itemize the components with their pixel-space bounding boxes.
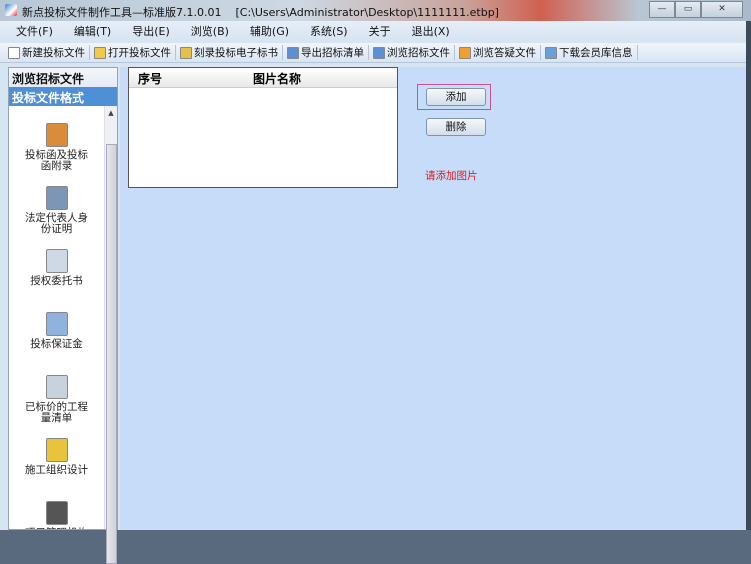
id-card-icon <box>45 186 68 210</box>
menu-item[interactable]: 系统(S) <box>306 23 352 39</box>
toolbar-label: 浏览答疑文件 <box>473 47 536 59</box>
toolbar-label: 新建投标文件 <box>22 47 85 59</box>
menu-item[interactable]: 关于 <box>365 23 395 39</box>
col-image-name[interactable]: 图片名称 <box>253 70 301 87</box>
image-table[interactable]: 序号 图片名称 <box>128 67 398 188</box>
toolbar-label: 下载会员库信息 <box>559 47 633 59</box>
scroll-up-icon[interactable]: ▲ <box>105 109 117 117</box>
menu-item[interactable]: 浏览(B) <box>187 23 233 39</box>
format-item-label: 已标价的工程量清单 <box>25 401 88 424</box>
menu-item[interactable]: 退出(X) <box>408 23 454 39</box>
scrollbar-thumb[interactable] <box>106 144 117 564</box>
maximize-button[interactable]: ▭ <box>675 1 701 18</box>
menu-item[interactable]: 辅助(G) <box>246 23 293 39</box>
menu-item[interactable]: 编辑(T) <box>70 23 115 39</box>
app-frame: 文件(F) 编辑(T) 导出(E) 浏览(B) 辅助(G) 系统(S) 关于 退出(X) 新建… <box>0 21 746 564</box>
format-item-label: 法定代表人身份证明 <box>25 212 88 235</box>
toolbar-button[interactable]: 打开投标文件 <box>90 45 176 60</box>
menu-item[interactable]: 导出(E) <box>128 23 174 39</box>
app-title: 新点投标文件制作工具—标准版7.1.0.01 <box>22 6 222 19</box>
format-item[interactable]: 投标保证金 <box>9 306 104 369</box>
list-paper-icon <box>45 375 68 399</box>
window-title: 新点投标文件制作工具—标准版7.1.0.01 [C:\Users\Administ… <box>22 4 499 20</box>
main-area: 序号 图片名称 添加 删除 请添加图片 <box>120 67 746 530</box>
file-path: [C:\Users\Administrator\Desktop\1111111.… <box>235 6 499 19</box>
add-button[interactable]: 添加 <box>426 88 486 106</box>
toolbar-label: 打开投标文件 <box>108 47 171 59</box>
toolbar-button[interactable]: 新建投标文件 <box>4 45 90 60</box>
format-item-label: 项目管理机构 <box>9 528 104 530</box>
format-item[interactable]: 授权委托书 <box>9 243 104 306</box>
certificate-icon <box>45 312 68 336</box>
toolbar-button[interactable]: 导出招标清单 <box>283 45 369 60</box>
window-edge <box>746 21 751 530</box>
format-item[interactable]: 项目管理机构 <box>9 495 104 529</box>
toolbar-button[interactable]: 浏览答疑文件 <box>455 45 541 60</box>
format-item[interactable]: 法定代表人身份证明 <box>9 180 104 243</box>
hint-text: 请添加图片 <box>425 170 478 182</box>
menu-bar: 文件(F) 编辑(T) 导出(E) 浏览(B) 辅助(G) 系统(S) 关于 退出(X) <box>0 21 746 41</box>
toolbar-button[interactable]: 浏览招标文件 <box>369 45 455 60</box>
browse-tender-header[interactable]: 浏览招标文件 <box>9 68 117 87</box>
format-item-label: 投标保证金 <box>30 338 83 350</box>
title-bar: 新点投标文件制作工具—标准版7.1.0.01 [C:\Users\Administ… <box>0 0 751 21</box>
toolbar-label: 导出招标清单 <box>301 47 364 59</box>
format-item[interactable]: 施工组织设计 <box>9 432 104 495</box>
folder-book-icon <box>45 438 68 462</box>
download-member-icon <box>545 46 557 59</box>
export-list-icon <box>287 46 299 59</box>
minimize-button[interactable]: — <box>649 1 675 18</box>
organizer-icon <box>45 501 68 525</box>
toolbar-button[interactable]: 刻录投标电子标书 <box>176 45 283 60</box>
close-button[interactable]: ✕ <box>701 1 743 18</box>
delete-button[interactable]: 删除 <box>426 118 486 136</box>
new-file-icon <box>8 46 20 59</box>
bid-format-header[interactable]: 投标文件格式 <box>9 87 117 106</box>
format-item-label: 投标函及投标函附录 <box>25 149 88 172</box>
document-pen-icon <box>45 249 68 273</box>
folder-open-icon <box>94 46 106 59</box>
format-item[interactable]: 投标函及投标函附录 <box>9 117 104 180</box>
clipboard-icon <box>45 123 68 147</box>
bid-format-list: 投标文件封面投标函及投标函附录法定代表人身份证明授权委托书投标保证金已标价的工程… <box>9 106 104 529</box>
table-header: 序号 图片名称 <box>129 68 397 88</box>
menu-item[interactable]: 文件(F) <box>12 23 57 39</box>
format-item[interactable]: 投标文件封面 <box>9 106 104 117</box>
toolbar: 新建投标文件 打开投标文件 刻录投标电子标书 导出招标清单 浏览招标文件 浏览答疑文件 下载… <box>0 43 746 63</box>
col-index[interactable]: 序号 <box>138 70 162 87</box>
toolbar-button[interactable]: 下载会员库信息 <box>541 45 638 60</box>
left-panel: 浏览招标文件 投标文件格式 投标文件封面投标函及投标函附录法定代表人身份证明授权… <box>8 67 118 564</box>
scrollbar[interactable]: ▲ <box>104 106 117 564</box>
app-icon <box>5 4 17 16</box>
format-item[interactable]: 已标价的工程量清单 <box>9 369 104 432</box>
browse-qa-icon <box>459 46 471 59</box>
browse-file-icon <box>373 46 385 59</box>
toolbar-label: 刻录投标电子标书 <box>194 47 278 59</box>
format-item-label: 施工组织设计 <box>25 464 88 476</box>
format-item-label: 授权委托书 <box>30 275 83 287</box>
burn-disc-icon <box>180 46 192 59</box>
toolbar-label: 浏览招标文件 <box>387 47 450 59</box>
